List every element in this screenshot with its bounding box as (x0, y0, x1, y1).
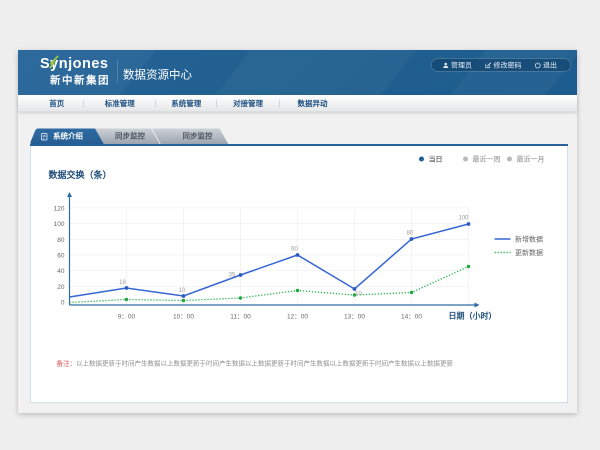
svg-text:10：00: 10：00 (173, 314, 194, 321)
svg-text:35: 35 (229, 273, 236, 279)
svg-text:数据交换（条）: 数据交换（条） (49, 169, 112, 180)
svg-text:12：00: 12：00 (287, 314, 308, 321)
svg-text:最近一月: 最近一月 (517, 155, 545, 164)
svg-text:14：00: 14：00 (401, 314, 422, 321)
svg-text:10: 10 (355, 292, 362, 298)
svg-text:80: 80 (57, 237, 65, 244)
svg-text:当日: 当日 (429, 155, 443, 164)
svg-text:日期（小时）: 日期（小时） (449, 311, 497, 321)
svg-text:100: 100 (458, 216, 469, 222)
svg-text:60: 60 (57, 253, 65, 260)
svg-text:10: 10 (179, 288, 186, 294)
svg-text:13：00: 13：00 (344, 314, 365, 321)
svg-text:18: 18 (119, 280, 126, 286)
svg-text:0: 0 (61, 300, 65, 307)
svg-text:9：00: 9：00 (118, 314, 136, 321)
svg-text:20: 20 (57, 284, 65, 291)
svg-text:100: 100 (54, 221, 65, 228)
svg-text:80: 80 (407, 231, 414, 237)
svg-text:新增数据: 新增数据 (515, 235, 543, 244)
svg-text:更新数据: 更新数据 (515, 248, 543, 257)
svg-text:最近一周: 最近一周 (473, 155, 501, 164)
svg-text:备注：以上数据更新于时间产生数据以上数据更新于时间产生数据以: 备注：以上数据更新于时间产生数据以上数据更新于时间产生数据以上数据更新于时间产生… (57, 359, 454, 368)
svg-text:40: 40 (57, 268, 65, 275)
svg-text:11：00: 11：00 (230, 314, 251, 321)
svg-text:60: 60 (291, 247, 298, 253)
svg-text:120: 120 (54, 205, 65, 212)
